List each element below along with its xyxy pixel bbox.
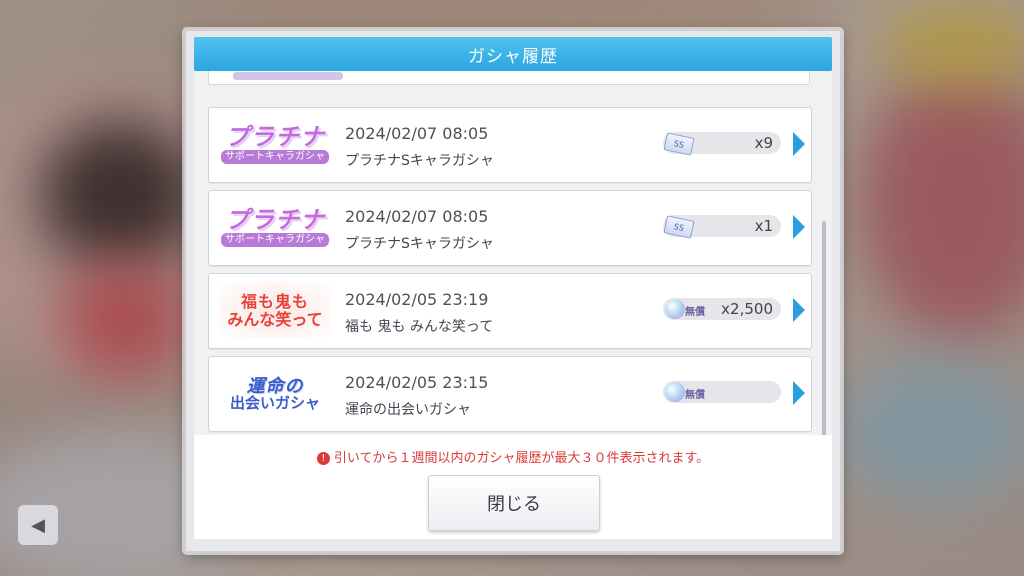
cost-amount: x1 bbox=[754, 217, 773, 235]
cost-badge: 無償 x2,500 bbox=[663, 298, 781, 320]
history-datetime: 2024/02/05 23:15 bbox=[345, 373, 489, 392]
notice-text: ! 引いてから１週間以内のガシャ履歴が最大３０件表示されます。 bbox=[194, 447, 832, 466]
banner-logo-sub: サポートキャラガシャ bbox=[221, 150, 329, 164]
scrollbar[interactable] bbox=[822, 221, 826, 435]
alert-icon: ! bbox=[316, 452, 330, 465]
history-row[interactable]: 運命の 出会いガシャ 2024/02/05 23:15 運命の出会いガシャ 無償 bbox=[208, 356, 812, 432]
cost-badge: 無償 bbox=[663, 381, 781, 403]
close-button[interactable]: 閉じる bbox=[428, 475, 600, 531]
chevron-right-icon[interactable] bbox=[793, 215, 805, 239]
banner-logo-main: プラチナ bbox=[225, 206, 325, 234]
free-currency-label: 無償 bbox=[685, 307, 705, 318]
back-sound-icon: ◀ bbox=[18, 505, 58, 545]
dialog-title: ガシャ履歴 bbox=[194, 37, 832, 71]
cost-badge: SS x1 bbox=[663, 215, 781, 239]
gacha-name: 運命の出会いガシャ bbox=[345, 402, 471, 418]
banner-logo-main: プラチナ bbox=[225, 123, 325, 151]
gem-icon bbox=[665, 382, 685, 402]
banner-logo-sub: みんな笑って bbox=[227, 309, 323, 329]
chevron-right-icon[interactable] bbox=[793, 132, 805, 156]
ticket-icon: SS bbox=[663, 132, 695, 156]
chevron-right-icon[interactable] bbox=[793, 298, 805, 322]
free-currency-label: 無償 bbox=[685, 390, 705, 401]
list-item-partial bbox=[208, 71, 810, 85]
gacha-name: プラチナSキャラガシャ bbox=[345, 236, 494, 252]
platinum-banner-icon: プラチナ サポートキャラガシャ bbox=[219, 199, 331, 255]
chevron-right-icon[interactable] bbox=[793, 381, 805, 405]
history-datetime: 2024/02/05 23:19 bbox=[345, 290, 489, 309]
history-row[interactable]: プラチナ サポートキャラガシャ 2024/02/07 08:05 プラチナSキャ… bbox=[208, 190, 812, 266]
banner-logo-sub: 出会いガシャ bbox=[229, 394, 320, 412]
gacha-name: プラチナSキャラガシャ bbox=[345, 153, 494, 169]
history-datetime: 2024/02/07 08:05 bbox=[345, 124, 489, 143]
gacha-name: 福も 鬼も みんな笑って bbox=[345, 319, 494, 335]
gacha-history-dialog: ガシャ履歴 プラチナ サポートキャラガシャ 2024/02/07 08:05 プ… bbox=[184, 29, 842, 553]
banner-logo-main: 福も鬼も bbox=[240, 291, 309, 311]
dialog-footer: ! 引いてから１週間以内のガシャ履歴が最大３０件表示されます。 閉じる bbox=[194, 435, 832, 539]
gem-icon bbox=[665, 299, 685, 319]
cost-badge: SS x9 bbox=[663, 132, 781, 156]
unmei-banner-icon: 運命の 出会いガシャ bbox=[219, 365, 331, 421]
platinum-banner-icon: プラチナ サポートキャラガシャ bbox=[219, 116, 331, 172]
cost-amount: x2,500 bbox=[721, 300, 773, 318]
history-row[interactable]: 福も鬼も みんな笑って 2024/02/05 23:19 福も 鬼も みんな笑っ… bbox=[208, 273, 812, 349]
history-list[interactable]: プラチナ サポートキャラガシャ 2024/02/07 08:05 プラチナSキャ… bbox=[194, 71, 832, 435]
cost-amount: x9 bbox=[754, 134, 773, 152]
history-datetime: 2024/02/07 08:05 bbox=[345, 207, 489, 226]
history-row[interactable]: プラチナ サポートキャラガシャ 2024/02/07 08:05 プラチナSキャ… bbox=[208, 107, 812, 183]
ticket-icon: SS bbox=[663, 215, 695, 239]
notice-label: 引いてから１週間以内のガシャ履歴が最大３０件表示されます。 bbox=[333, 451, 710, 466]
banner-logo-sub: サポートキャラガシャ bbox=[221, 233, 329, 247]
fuku-banner-icon: 福も鬼も みんな笑って bbox=[219, 282, 331, 338]
banner-logo-partial bbox=[233, 72, 343, 80]
